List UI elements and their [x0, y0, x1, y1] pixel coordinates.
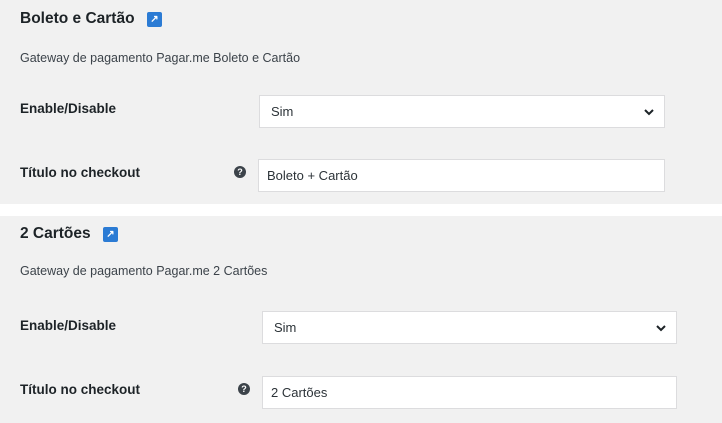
chevron-down-icon	[656, 325, 666, 332]
section-title: Boleto e Cartão	[20, 10, 135, 27]
checkout-title-label: Título no checkout	[20, 382, 140, 397]
help-icon[interactable]: ?	[238, 383, 250, 395]
settings-section-2-cartoes: 2 Cartões ↗ Gateway de pagamento Pagar.m…	[0, 216, 722, 423]
checkout-title-input[interactable]	[262, 376, 677, 409]
help-icon[interactable]: ?	[234, 166, 246, 178]
section-title: 2 Cartões	[20, 225, 91, 242]
select-value: Sim	[274, 320, 297, 335]
section-description: Gateway de pagamento Pagar.me Boleto e C…	[20, 51, 301, 65]
settings-section-boleto-cartao: Boleto e Cartão ↗ Gateway de pagamento P…	[0, 0, 722, 204]
select-value: Sim	[271, 104, 294, 119]
external-link-icon[interactable]: ↗	[103, 227, 118, 242]
checkout-title-label: Título no checkout	[20, 165, 140, 180]
chevron-down-icon	[644, 109, 654, 116]
checkout-title-input[interactable]	[258, 159, 665, 192]
external-link-icon[interactable]: ↗	[147, 12, 162, 27]
enable-disable-select[interactable]: Sim	[259, 95, 665, 128]
enable-disable-label: Enable/Disable	[20, 101, 117, 116]
enable-disable-label: Enable/Disable	[20, 318, 117, 333]
section-description: Gateway de pagamento Pagar.me 2 Cartões	[20, 264, 268, 278]
enable-disable-select[interactable]: Sim	[262, 311, 677, 344]
